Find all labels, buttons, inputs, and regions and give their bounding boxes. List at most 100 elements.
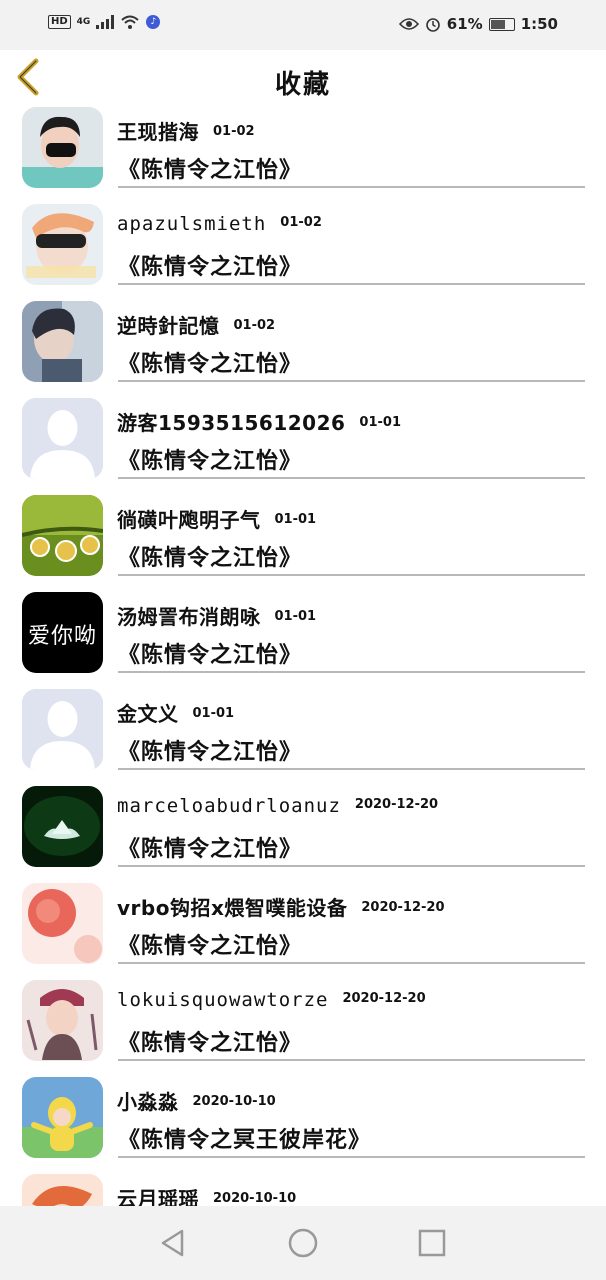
- status-right: 61% 1:50: [398, 15, 558, 33]
- divider: [118, 1156, 585, 1158]
- nav-back-button[interactable]: [158, 1228, 188, 1262]
- list-item[interactable]: 爱你呦 汤姆詈布消朗咏 01-01 《陈情令之江怡》: [0, 589, 606, 686]
- avatar-image: [22, 1174, 103, 1206]
- nav-home-icon: [288, 1228, 318, 1258]
- list-item[interactable]: 金文义 01-01 《陈情令之江怡》: [0, 686, 606, 783]
- item-name[interactable]: 云月瑶瑶 2020-10-10: [117, 1183, 296, 1206]
- avatar[interactable]: [22, 883, 103, 964]
- item-name[interactable]: lokuisquowawtorze 2020-12-20: [117, 989, 426, 1011]
- item-name[interactable]: apazulsmieth 01-02: [117, 213, 322, 235]
- item-title[interactable]: 《陈情令之冥王彼岸花》: [118, 1122, 371, 1154]
- item-name[interactable]: 小淼淼 2020-10-10: [117, 1086, 276, 1115]
- item-name[interactable]: 金文义 01-01: [117, 698, 234, 727]
- item-name[interactable]: 逆時針記憶 01-02: [117, 310, 275, 339]
- item-title[interactable]: 《陈情令之江怡》: [118, 734, 302, 766]
- default-avatar-icon: [22, 689, 103, 770]
- item-date: 01-01: [274, 512, 317, 527]
- nav-home-button[interactable]: [288, 1228, 318, 1262]
- hd-badge: HD: [48, 15, 71, 29]
- default-avatar-icon: [22, 398, 103, 479]
- nav-recents-icon: [418, 1229, 446, 1257]
- page-title: 收藏: [274, 70, 331, 100]
- divider: [118, 671, 585, 673]
- divider: [118, 477, 585, 479]
- avatar-image: [22, 204, 103, 285]
- list-item[interactable]: 小淼淼 2020-10-10 《陈情令之冥王彼岸花》: [0, 1074, 606, 1171]
- avatar[interactable]: [22, 980, 103, 1061]
- avatar[interactable]: [22, 786, 103, 867]
- list-item[interactable]: vrbo钩招x煨智噗能设备 2020-12-20 《陈情令之江怡》: [0, 880, 606, 977]
- list-item[interactable]: apazulsmieth 01-02 《陈情令之江怡》: [0, 201, 606, 298]
- item-date: 01-01: [359, 415, 401, 430]
- item-title[interactable]: 《陈情令之江怡》: [118, 152, 302, 184]
- signal-icon: [96, 15, 115, 29]
- avatar-image: [22, 107, 103, 188]
- item-date: 2020-12-20: [354, 797, 439, 812]
- item-title[interactable]: 《陈情令之江怡》: [118, 443, 302, 475]
- alarm-icon: [425, 18, 440, 32]
- item-name[interactable]: marceloabudrloanuz 2020-12-20: [117, 795, 438, 817]
- item-title[interactable]: 《陈情令之江怡》: [118, 1025, 302, 1057]
- avatar[interactable]: [22, 107, 103, 188]
- list-item[interactable]: 王现揩海 01-02 《陈情令之江怡》: [0, 104, 606, 201]
- status-left: HD 4G ♪: [48, 15, 161, 29]
- item-title[interactable]: 《陈情令之江怡》: [118, 928, 302, 960]
- avatar-image: [22, 883, 103, 964]
- avatar[interactable]: [22, 204, 103, 285]
- divider: [118, 962, 585, 964]
- avatar[interactable]: [22, 495, 103, 576]
- list-item[interactable]: 云月瑶瑶 2020-10-10: [0, 1171, 606, 1206]
- avatar-image: [22, 980, 103, 1061]
- item-name[interactable]: 游客1593515612026 01-01: [117, 407, 401, 436]
- favorites-list: 王现揩海 01-02 《陈情令之江怡》 apazulsmieth 01-02 《陈情…: [0, 104, 606, 1206]
- avatar[interactable]: [22, 398, 103, 479]
- divider: [118, 865, 585, 867]
- network-type: 4G: [76, 17, 91, 27]
- battery-icon: [488, 17, 515, 31]
- item-title[interactable]: 《陈情令之江怡》: [118, 831, 302, 863]
- item-name[interactable]: 王现揩海 01-02: [117, 116, 255, 145]
- nav-back-icon: [161, 1229, 184, 1257]
- item-name[interactable]: 徜磺叶飑明子气 01-01: [117, 504, 316, 533]
- item-date: 01-02: [280, 215, 322, 230]
- music-app-icon: ♪: [146, 15, 161, 29]
- avatar[interactable]: [22, 1077, 103, 1158]
- avatar-text-image: 爱你呦: [27, 624, 97, 649]
- list-item[interactable]: 逆時針記憶 01-02 《陈情令之江怡》: [0, 298, 606, 395]
- item-title[interactable]: 《陈情令之江怡》: [118, 346, 302, 378]
- avatar-image: [22, 495, 103, 576]
- item-name[interactable]: 汤姆詈布消朗咏 01-01: [117, 601, 316, 630]
- list-item[interactable]: 徜磺叶飑明子气 01-01 《陈情令之江怡》: [0, 492, 606, 589]
- list-item[interactable]: 游客1593515612026 01-01 《陈情令之江怡》: [0, 395, 606, 492]
- avatar-image: [22, 301, 103, 382]
- avatar[interactable]: 爱你呦: [22, 592, 103, 673]
- list-item[interactable]: marceloabudrloanuz 2020-12-20 《陈情令之江怡》: [0, 783, 606, 880]
- avatar-image: [22, 786, 103, 867]
- item-date: 2020-10-10: [213, 1191, 297, 1206]
- battery-percent: 61%: [446, 15, 483, 33]
- item-name[interactable]: vrbo钩招x煨智噗能设备 2020-12-20: [117, 892, 445, 921]
- list-item[interactable]: lokuisquowawtorze 2020-12-20 《陈情令之江怡》: [0, 977, 606, 1074]
- status-bar: HD 4G ♪ 61% 1:50: [0, 0, 606, 50]
- avatar[interactable]: [22, 1174, 103, 1206]
- item-date: 01-01: [274, 609, 317, 624]
- item-title[interactable]: 《陈情令之江怡》: [118, 249, 302, 281]
- divider: [118, 380, 585, 382]
- clock: 1:50: [520, 15, 558, 33]
- avatar[interactable]: [22, 689, 103, 770]
- divider: [118, 768, 585, 770]
- item-date: 2020-10-10: [192, 1094, 276, 1109]
- system-nav-bar: [0, 1206, 606, 1280]
- item-date: 2020-12-20: [361, 900, 445, 915]
- top-bar: 收藏: [0, 50, 606, 104]
- divider: [118, 574, 585, 576]
- divider: [118, 1059, 585, 1061]
- item-date: 01-01: [192, 706, 235, 721]
- avatar[interactable]: [22, 301, 103, 382]
- item-date: 2020-12-20: [342, 991, 426, 1006]
- item-title[interactable]: 《陈情令之江怡》: [118, 637, 302, 669]
- avatar-image: [22, 1077, 103, 1158]
- nav-recents-button[interactable]: [417, 1228, 447, 1262]
- item-date: 01-02: [233, 318, 276, 333]
- item-title[interactable]: 《陈情令之江怡》: [118, 540, 302, 572]
